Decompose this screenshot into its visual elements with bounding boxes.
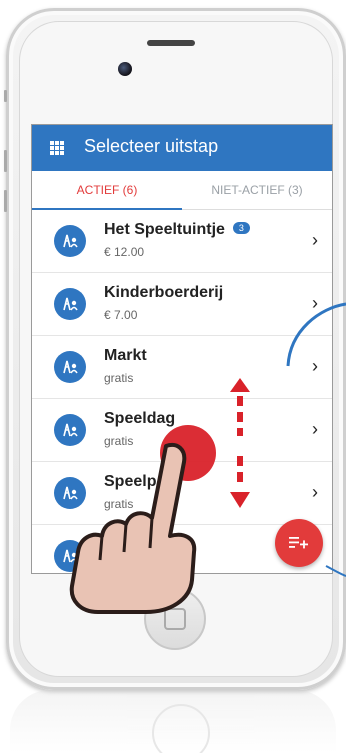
tab-niet-actief[interactable]: NIET-ACTIEF (3) [182, 171, 332, 209]
list-item[interactable]: Het Speeltuintje 3 € 12.00 › [32, 210, 332, 273]
tab-bar: ACTIEF (6) NIET-ACTIEF (3) [32, 171, 332, 210]
item-title: Het Speeltuintje 3 [104, 221, 250, 239]
item-title: Speeldag [104, 410, 176, 427]
apps-grid-icon[interactable] [50, 141, 64, 155]
app-bar: Selecteer uitstap [32, 125, 332, 171]
phone-reflection [10, 690, 336, 753]
pointing-hand-icon [69, 443, 197, 614]
item-title: Kinderboerderij [104, 284, 224, 301]
scroll-arrows-icon [230, 378, 250, 508]
count-badge: 3 [232, 222, 250, 234]
playground-icon [54, 288, 86, 320]
playground-icon [54, 351, 86, 383]
item-price: € 7.00 [104, 308, 138, 322]
front-camera [118, 62, 132, 76]
volume-button-down [4, 150, 7, 172]
item-price: € 12.00 [104, 245, 145, 259]
swipe-hint-arc [286, 302, 346, 577]
item-price: gratis [104, 371, 134, 385]
home-button-reflection [152, 704, 210, 753]
playground-icon [54, 225, 86, 257]
speaker-grille [147, 40, 195, 46]
page-title: Selecteer uitstap [84, 136, 219, 156]
tab-actief[interactable]: ACTIEF (6) [32, 171, 182, 209]
volume-button-up [4, 90, 7, 102]
item-title: Markt [104, 347, 147, 364]
chevron-right-icon: › [312, 230, 318, 250]
mute-switch [4, 190, 7, 212]
